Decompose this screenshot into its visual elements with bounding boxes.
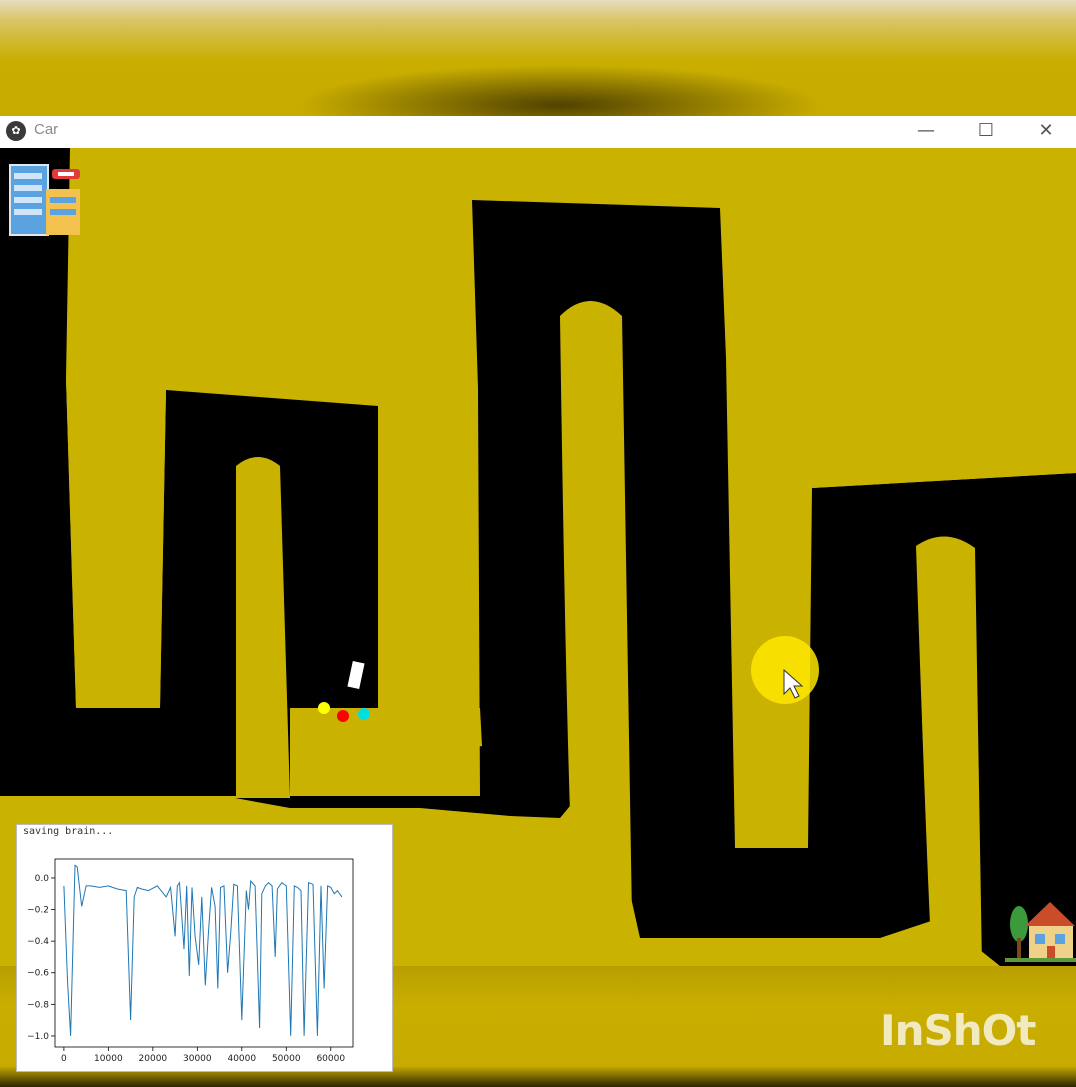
center-sensor	[337, 710, 349, 722]
inshot-watermark: InShOt	[880, 1006, 1036, 1055]
sand-bottom-strip	[0, 796, 236, 808]
reward-line-chart: 0 10000 20000 30000 40000 50000 60000 0.0 −0.2 −…	[27, 858, 354, 1064]
y-tick-label: 0.0	[35, 874, 50, 884]
x-axis-ticks: 0 10000 20000 30000 40000 50000 60000	[61, 1047, 345, 1064]
sand-finger-left	[66, 378, 166, 708]
y-tick-label: −1.0	[27, 1032, 49, 1042]
x-tick-label: 60000	[316, 1054, 345, 1064]
y-tick-label: −0.6	[27, 969, 49, 979]
reward-plot-window: saving brain... 0 10000 20000 30000 40000 500…	[16, 824, 393, 1072]
cursor-highlight	[751, 636, 819, 704]
window-title: Car	[34, 121, 59, 138]
sand-finger-2	[560, 301, 632, 918]
background-top-blur	[0, 0, 1076, 116]
sand-upper-right	[726, 188, 1076, 488]
title-bar[interactable]: ✿ Car — ☐ ✕	[0, 116, 1076, 149]
right-sensor	[358, 708, 370, 720]
x-tick-label: 0	[61, 1054, 67, 1064]
office-building-icon	[9, 164, 80, 236]
y-tick-label: −0.4	[27, 937, 49, 947]
x-tick-label: 20000	[139, 1054, 168, 1064]
y-tick-label: −0.8	[27, 1000, 49, 1010]
close-button[interactable]: ✕	[1016, 116, 1076, 148]
y-tick-label: −0.2	[27, 906, 49, 916]
x-tick-label: 40000	[227, 1054, 256, 1064]
kivy-logo-icon: ✿	[6, 121, 26, 141]
maximize-button[interactable]: ☐	[956, 116, 1016, 148]
x-tick-label: 10000	[94, 1054, 123, 1064]
left-sensor	[318, 702, 330, 714]
x-tick-label: 30000	[183, 1054, 212, 1064]
minimize-button[interactable]: —	[896, 116, 956, 148]
y-axis-ticks: 0.0 −0.2 −0.4 −0.6 −0.8 −1.0	[27, 874, 55, 1042]
x-tick-label: 50000	[272, 1054, 301, 1064]
reward-series-line	[63, 864, 343, 1036]
